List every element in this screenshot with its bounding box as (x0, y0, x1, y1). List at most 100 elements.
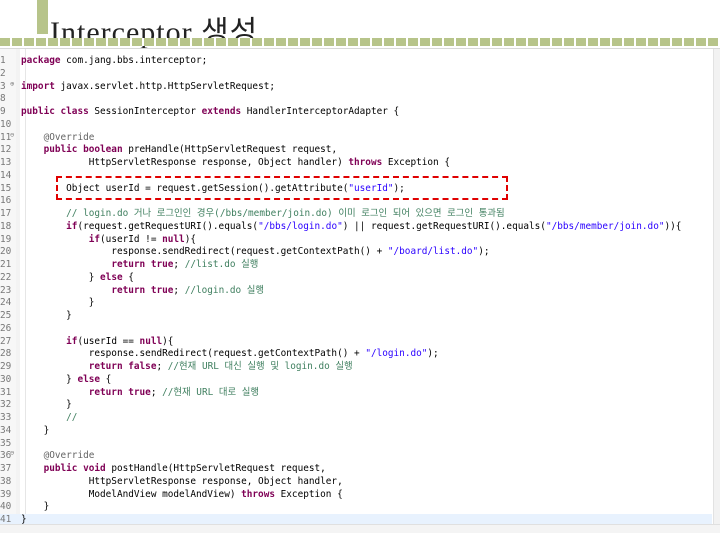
code-text: return true; //현재 URL 대로 실행 (21, 387, 259, 400)
line-number: 21 (0, 259, 12, 270)
code-editor[interactable]: 1 package com.jang.bbs.interceptor; 2 3 ⊕ imp… (0, 48, 720, 533)
code-line[interactable]: 36 ⊖ @Override (0, 447, 712, 463)
code-line[interactable]: 40 } (0, 501, 712, 514)
code-line[interactable]: 26 (0, 323, 712, 336)
code-line[interactable]: 37 public void postHandle(HttpServletReq… (0, 463, 712, 476)
line-number: 28 (0, 348, 12, 360)
code-line[interactable]: 39 ModelAndView modelAndView) throws Exc… (0, 489, 712, 502)
code-token: } (21, 501, 50, 513)
code-token: else (100, 271, 123, 283)
code-line[interactable]: 29 return false; //현재 URL 대신 실행 및 login.… (0, 361, 712, 374)
code-token: // (21, 412, 78, 423)
code-text: } (21, 297, 95, 310)
code-token: ; (150, 386, 163, 398)
line-number: 39 (0, 488, 12, 500)
title-accent-bar (37, 0, 48, 34)
code-token: response.sendRedirect(request.getContext… (21, 348, 366, 360)
code-line[interactable]: 38 HttpServletResponse response, Object … (0, 476, 712, 489)
code-token: ); (427, 348, 439, 360)
code-line[interactable]: 25 } (0, 310, 712, 323)
code-line[interactable]: 3 ⊕ import javax.servlet.http.HttpServletR… (0, 78, 712, 94)
code-token: Exception { (275, 488, 343, 500)
fold-collapse-icon[interactable]: ⊖ (10, 447, 14, 460)
code-token: } (21, 310, 72, 321)
code-token: if (88, 233, 101, 245)
code-token: javax.servlet.http.HttpServletRequest; (54, 80, 275, 92)
line-number: 12 (0, 144, 12, 156)
code-token: "/board/list.do" (387, 246, 479, 258)
code-text: if(userId == null){ (21, 336, 173, 349)
code-text: response.sendRedirect(request.getContext… (21, 348, 439, 361)
code-token: package (21, 55, 61, 66)
code-line[interactable]: 30 } else { (0, 374, 712, 387)
code-text: return true; //list.do 실행 (21, 259, 258, 272)
code-token: (userId == (77, 335, 140, 347)
code-text: } else { (21, 374, 111, 387)
fold-collapse-icon[interactable]: ⊖ (10, 129, 14, 142)
code-line[interactable]: 24 } (0, 297, 712, 310)
code-token: com.jang.bbs.interceptor; (60, 55, 208, 66)
code-line[interactable]: 23 return true; //login.do 실행 (0, 285, 712, 298)
code-line[interactable]: 8 (0, 93, 712, 106)
code-line[interactable]: 12 public boolean preHandle(HttpServletR… (0, 144, 712, 157)
line-number: 38 (0, 475, 12, 487)
code-token: } (21, 297, 95, 309)
code-token: { (122, 271, 134, 283)
line-number: 26 (0, 322, 12, 334)
code-line[interactable]: 10 (0, 119, 712, 132)
code-token: //login.do 실행 (184, 284, 265, 296)
code-text: package com.jang.bbs.interceptor; (21, 55, 207, 68)
code-token: preHandle(HttpServletRequest request, (122, 144, 338, 156)
code-text: } (21, 399, 72, 412)
code-line[interactable]: 28 response.sendRedirect(request.getCont… (0, 348, 712, 361)
code-line[interactable]: 9 public class SessionInterceptor extends… (0, 106, 712, 119)
code-token: HandlerInterceptorAdapter { (241, 106, 400, 117)
code-line[interactable]: 20 response.sendRedirect(request.getCont… (0, 246, 712, 259)
code-text: response.sendRedirect(request.getContext… (21, 246, 489, 259)
code-token: //list.do 실행 (184, 259, 259, 270)
code-token: return true (111, 284, 174, 296)
code-token: null (162, 233, 185, 245)
code-lines[interactable]: 1 package com.jang.bbs.interceptor; 2 3 ⊕ imp… (0, 55, 712, 527)
code-token: ); (478, 246, 490, 258)
code-line[interactable]: 18 if(request.getRequestURI().equals("/b… (0, 221, 712, 234)
code-line[interactable]: 19 if(userId != null){ (0, 234, 712, 247)
code-token: public void (43, 463, 106, 474)
line-number: 40 (0, 501, 12, 513)
code-text: } (21, 425, 50, 438)
code-line[interactable]: 17 // login.do 거나 로그인인 경우(/bbs/member/jo… (0, 208, 712, 221)
line-number: 9 (0, 106, 6, 117)
line-number: 32 (0, 399, 12, 411)
code-line[interactable]: 11 ⊖ @Override (0, 129, 712, 145)
code-token: "/bbs/login.do" (258, 220, 343, 232)
code-line[interactable]: 21 return true; //list.do 실행 (0, 259, 712, 272)
code-line[interactable]: 35 (0, 438, 712, 451)
code-token: )){ (664, 220, 682, 232)
line-number: 33 (0, 412, 12, 423)
code-line[interactable]: 33 // (0, 412, 712, 425)
code-line[interactable]: 2 (0, 68, 712, 81)
title-underline-rule (0, 38, 720, 46)
fold-expand-icon[interactable]: ⊕ (10, 78, 14, 91)
code-line[interactable]: 27 if(userId == null){ (0, 336, 712, 349)
code-token: Exception { (382, 157, 450, 168)
code-token: // login.do 거나 로그인인 경우(/bbs/member/join.… (21, 208, 505, 219)
line-number: 1 (0, 55, 6, 66)
code-line[interactable]: 1 package com.jang.bbs.interceptor; (0, 55, 712, 68)
code-line[interactable]: 32 } (0, 399, 712, 412)
code-token: return true (88, 386, 151, 398)
code-line[interactable]: 22 } else { (0, 272, 712, 285)
code-text: if(request.getRequestURI().equals("/bbs/… (21, 221, 681, 234)
line-number: 18 (0, 220, 12, 232)
code-token: } (21, 271, 101, 283)
code-line[interactable]: 34 } (0, 425, 712, 438)
code-token: } (21, 373, 78, 385)
code-line[interactable]: 31 return true; //현재 URL 대로 실행 (0, 387, 712, 400)
code-line[interactable]: 13 HttpServletResponse response, Object … (0, 157, 712, 170)
code-token: ){ (162, 335, 174, 347)
editor-bottom-strip (0, 524, 720, 533)
overview-ruler[interactable] (713, 49, 720, 533)
line-number: 29 (0, 361, 12, 372)
